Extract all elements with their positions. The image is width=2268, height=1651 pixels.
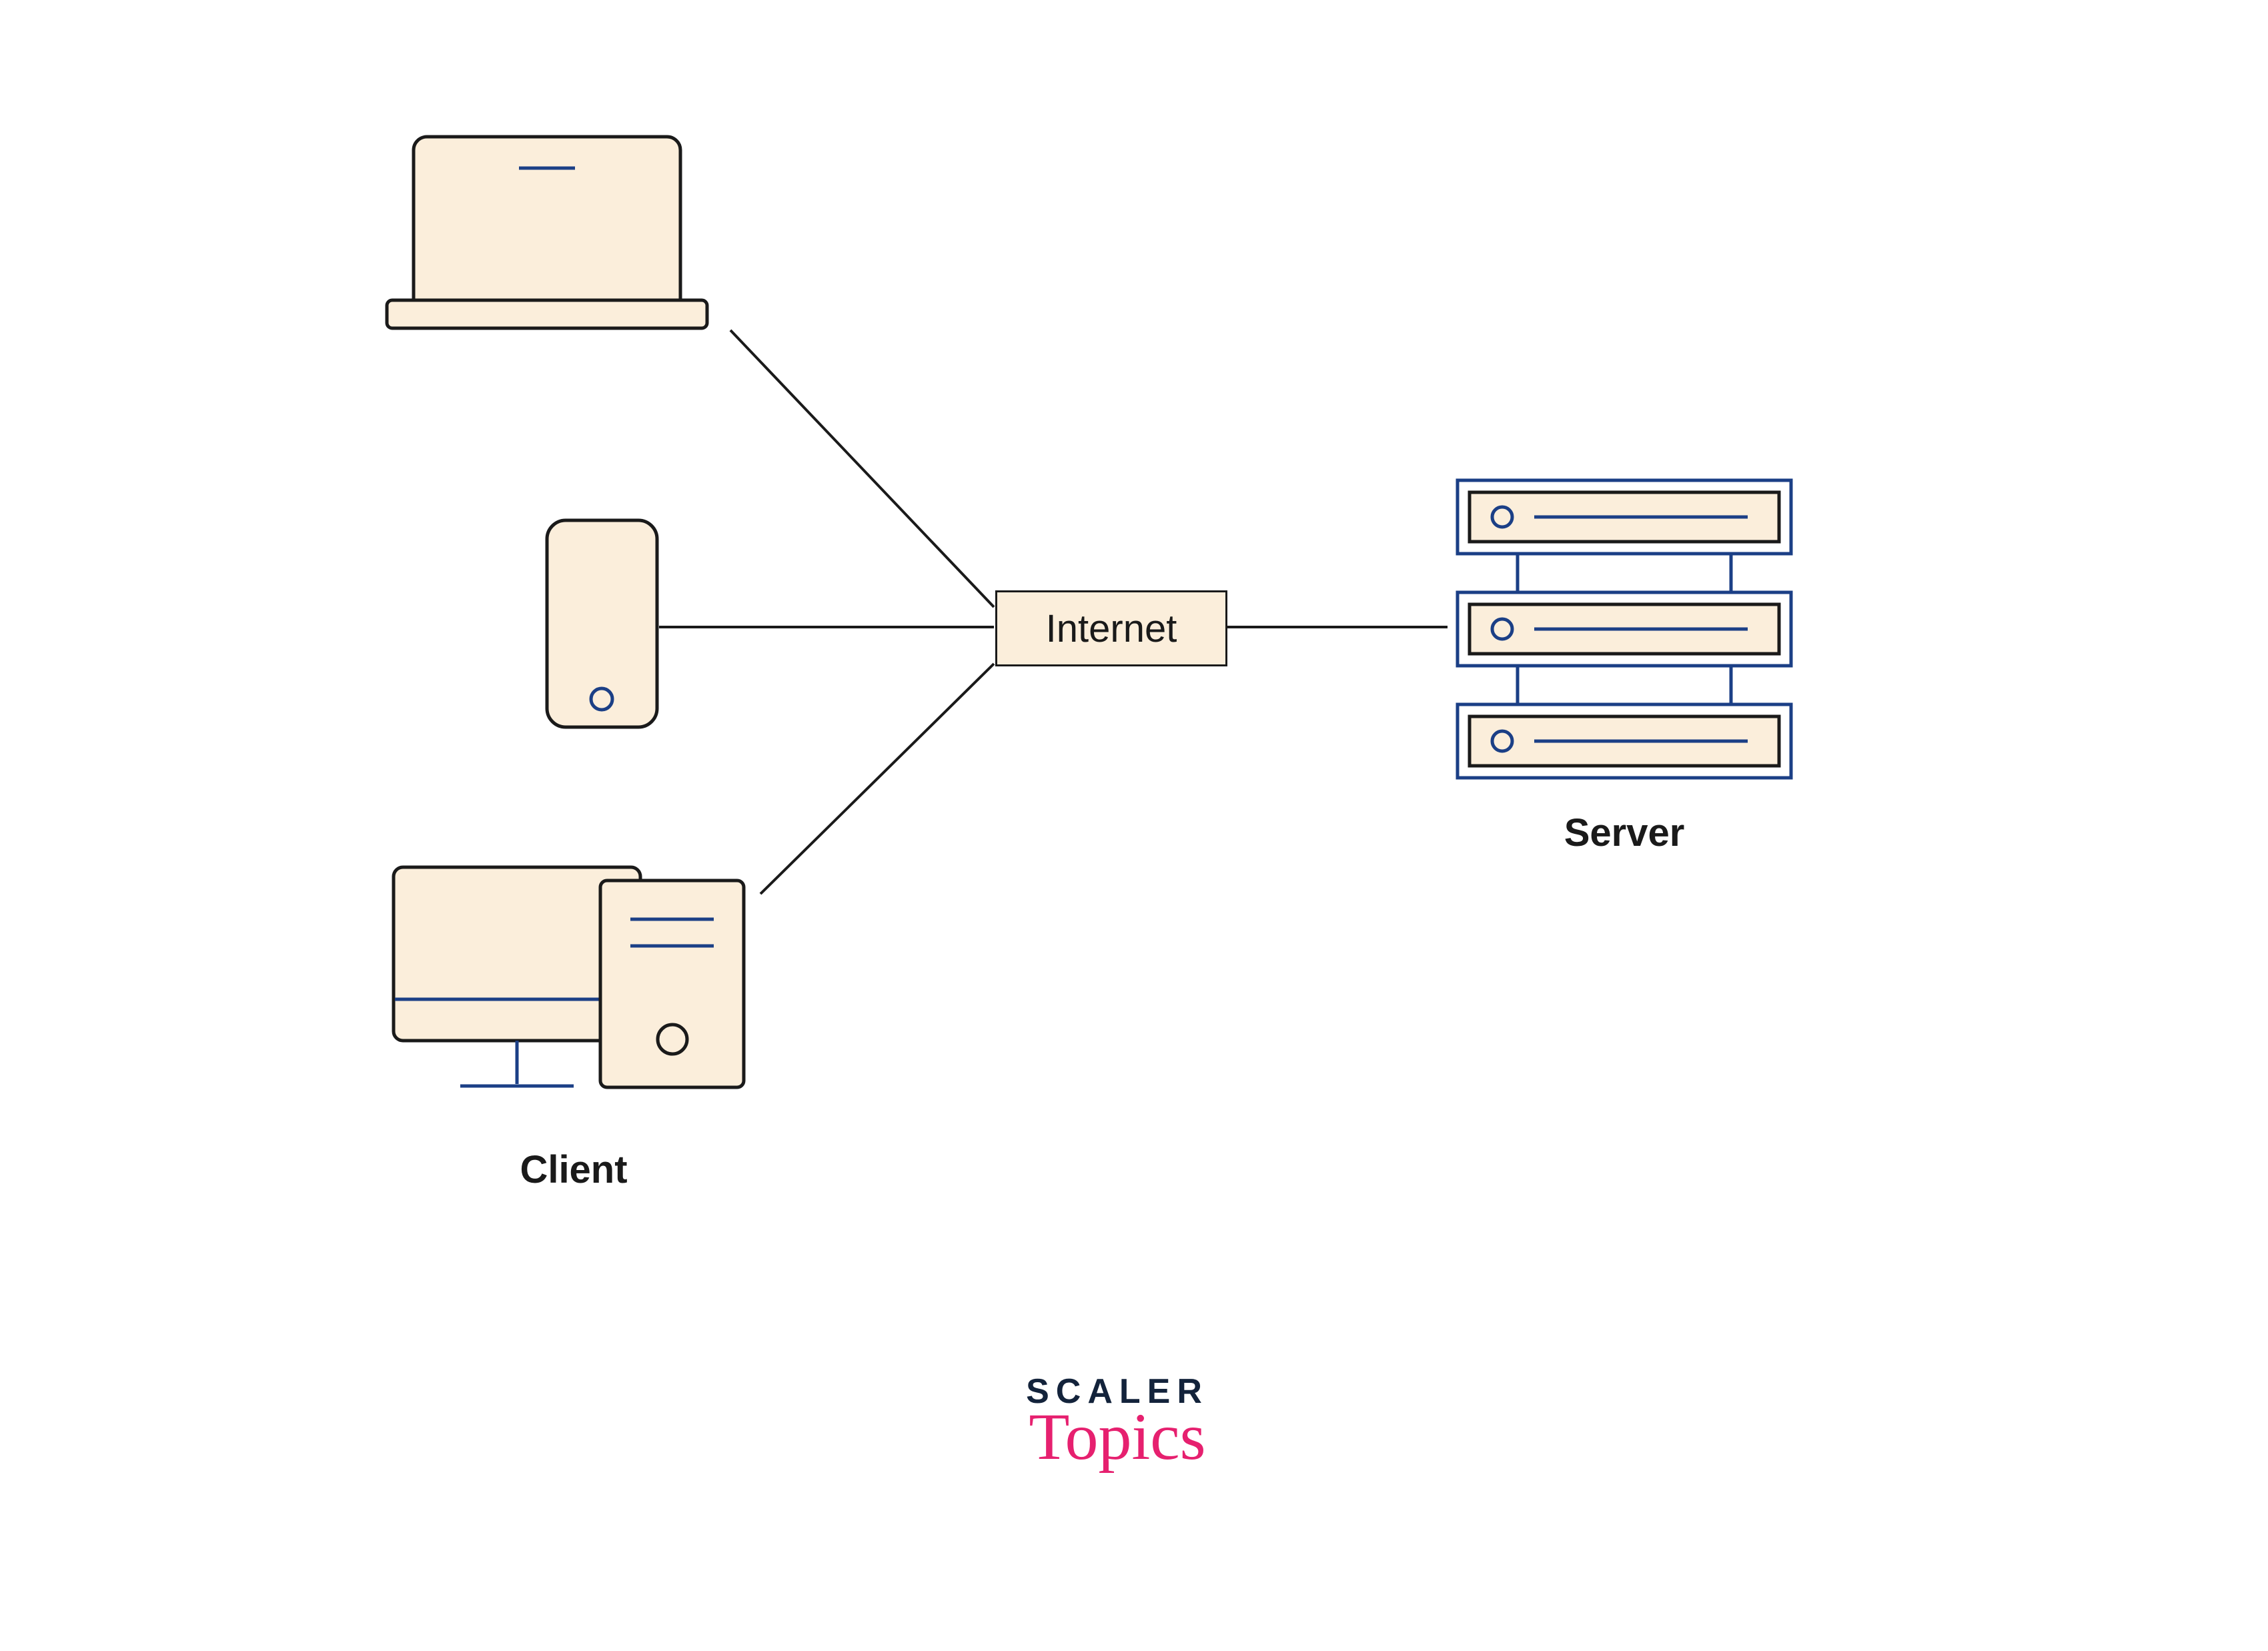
server-icon [1458, 480, 1791, 778]
diagram-canvas: Internet Client Server SCALER Topics [0, 0, 2268, 1651]
internet-label: Internet [1046, 606, 1177, 651]
internet-node: Internet [995, 590, 1227, 666]
scaler-topics-logo: SCALER Topics [1001, 1374, 1234, 1470]
laptop-icon [387, 137, 707, 328]
logo-line2: Topics [1001, 1404, 1234, 1470]
client-label: Client [507, 1147, 640, 1192]
phone-icon [547, 520, 657, 727]
server-label: Server [1558, 810, 1691, 855]
desktop-icon [394, 867, 744, 1087]
